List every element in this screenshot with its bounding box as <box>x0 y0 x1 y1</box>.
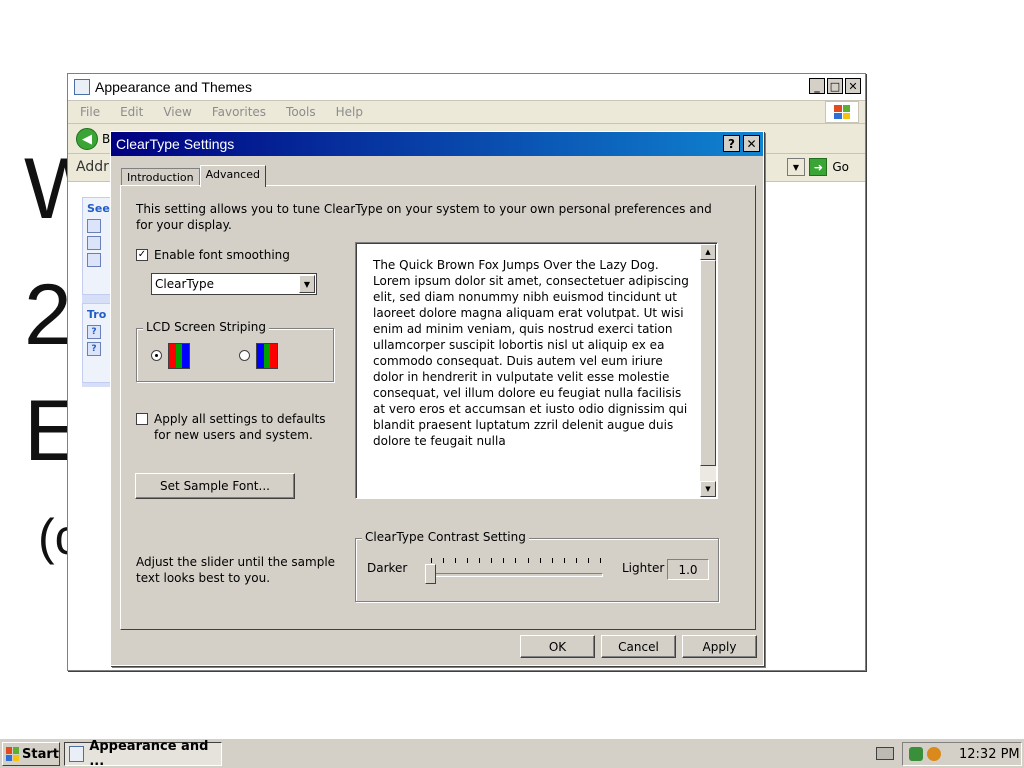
set-sample-font-button[interactable]: Set Sample Font... <box>135 473 295 499</box>
smoothing-type-value: ClearType <box>155 277 214 291</box>
control-panel-icon <box>69 746 85 762</box>
dialog-title: ClearType Settings <box>116 136 235 152</box>
mouse-icon[interactable] <box>87 236 101 250</box>
bgr-stripes-icon <box>256 343 278 369</box>
chevron-down-icon[interactable]: ▼ <box>299 275 315 293</box>
ok-button[interactable]: OK <box>520 635 595 658</box>
tab-advanced[interactable]: Advanced <box>199 165 266 187</box>
contrast-value: 1.0 <box>667 559 709 580</box>
bgr-striping-radio[interactable] <box>239 350 250 361</box>
scroll-thumb[interactable] <box>700 260 716 466</box>
lcd-striping-legend: LCD Screen Striping <box>143 320 269 334</box>
clock[interactable]: 12:32 PM <box>959 747 1020 762</box>
taskbar-item-appearance[interactable]: Appearance and ... <box>64 739 222 768</box>
sample-scrollbar[interactable]: ▲ ▼ <box>700 244 716 497</box>
contrast-legend: ClearType Contrast Setting <box>362 530 529 544</box>
go-label: Go <box>832 160 849 174</box>
taskbar-item-label: Appearance and ... <box>89 739 209 768</box>
slider-ticks <box>431 558 601 564</box>
smoothing-type-select[interactable]: ClearType ▼ <box>151 273 317 295</box>
back-arrow-icon[interactable]: ◀ <box>76 128 98 150</box>
menu-file[interactable]: File <box>80 105 100 119</box>
window-title: Appearance and Themes <box>95 79 252 95</box>
contrast-slider-track[interactable] <box>427 573 603 577</box>
menu-view[interactable]: View <box>163 105 191 119</box>
close-dialog-button[interactable]: ✕ <box>743 135 760 152</box>
lighter-label: Lighter <box>622 561 665 575</box>
sample-text: The Quick Brown Fox Jumps Over the Lazy … <box>373 258 689 448</box>
cleartype-settings-dialog: ClearType Settings ? ✕ Introduction Adva… <box>110 131 764 666</box>
apply-button[interactable]: Apply <box>682 635 757 658</box>
address-label: Addr <box>76 159 109 175</box>
enable-font-smoothing-label: Enable font smoothing <box>154 248 290 262</box>
menu-bar: File Edit View Favorites Tools Help <box>68 100 865 124</box>
dialog-controls: ? ✕ <box>723 135 760 152</box>
help-icon[interactable]: ? <box>87 325 101 339</box>
apply-defaults-checkbox[interactable] <box>136 413 148 425</box>
lcd-striping-group: LCD Screen Striping <box>136 320 334 382</box>
start-button[interactable]: Start <box>2 742 60 766</box>
back-label: B <box>102 132 111 146</box>
search-icon[interactable] <box>927 747 941 761</box>
desktop-text-line-2: 2 <box>24 267 72 363</box>
window-controls: _ □ ✕ <box>809 78 861 94</box>
go-button[interactable]: ➜ Go <box>809 158 849 176</box>
menu-edit[interactable]: Edit <box>120 105 143 119</box>
folder-icon[interactable] <box>87 219 101 233</box>
contrast-group: ClearType Contrast Setting <box>355 530 719 602</box>
help-button[interactable]: ? <box>723 135 740 152</box>
tab-strip: Introduction Advanced <box>121 164 266 187</box>
address-dropdown-icon[interactable]: ▼ <box>787 158 805 176</box>
window-titlebar[interactable]: Appearance and Themes <box>68 74 865 100</box>
start-label: Start <box>22 746 59 762</box>
menu-favorites[interactable]: Favorites <box>212 105 266 119</box>
tab-introduction[interactable]: Introduction <box>121 168 200 186</box>
keyboard-icon[interactable] <box>876 747 894 760</box>
scroll-down-icon[interactable]: ▼ <box>700 481 716 497</box>
apply-defaults-label: Apply all settings to defaults for new u… <box>154 412 326 442</box>
slider-hint: Adjust the slider until the sample text … <box>136 555 336 585</box>
go-arrow-icon: ➜ <box>809 158 828 176</box>
rgb-stripes-icon <box>168 343 190 369</box>
network-icon[interactable] <box>909 747 923 761</box>
rgb-striping-radio[interactable] <box>151 350 162 361</box>
display-icon[interactable] <box>87 253 101 267</box>
darker-label: Darker <box>367 561 408 575</box>
enable-font-smoothing-checkbox[interactable]: ✓ <box>136 249 148 261</box>
taskbar: Start Appearance and ... 12:32 PM <box>0 738 1024 768</box>
maximize-button[interactable]: □ <box>827 78 843 94</box>
contrast-slider-thumb[interactable] <box>425 564 436 584</box>
control-panel-icon <box>74 79 90 95</box>
scroll-up-icon[interactable]: ▲ <box>700 244 716 260</box>
minimize-button[interactable]: _ <box>809 78 825 94</box>
menu-help[interactable]: Help <box>336 105 363 119</box>
menu-tools[interactable]: Tools <box>286 105 316 119</box>
cancel-button[interactable]: Cancel <box>601 635 676 658</box>
help-icon-2[interactable]: ? <box>87 342 101 356</box>
dialog-titlebar[interactable]: ClearType Settings <box>111 132 763 156</box>
windows-flag-icon <box>6 747 20 761</box>
sample-text-box: The Quick Brown Fox Jumps Over the Lazy … <box>355 242 718 499</box>
system-tray: 12:32 PM <box>902 742 1022 766</box>
windows-logo-icon <box>825 101 859 123</box>
close-window-button[interactable]: ✕ <box>845 78 861 94</box>
settings-description: This setting allows you to tune ClearTyp… <box>136 202 712 232</box>
